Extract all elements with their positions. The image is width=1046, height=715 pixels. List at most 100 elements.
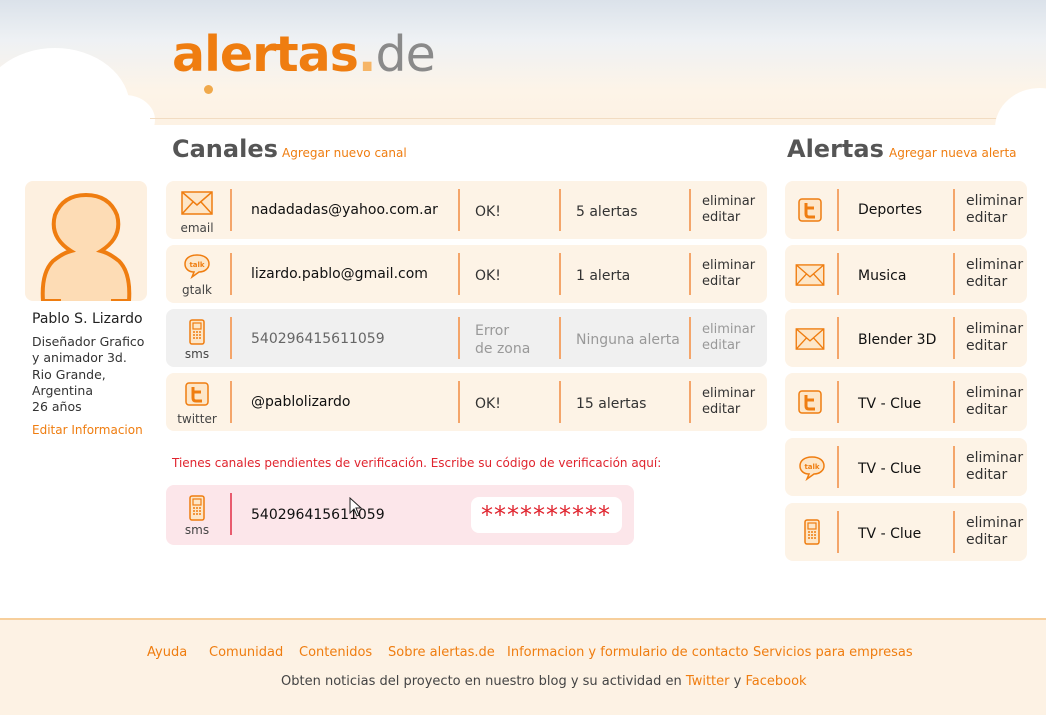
user-avatar-icon (40, 192, 132, 301)
delete-alert-link[interactable]: eliminar (966, 385, 1023, 402)
footer-link-community[interactable]: Comunidad (209, 645, 283, 660)
add-alert-link[interactable]: Agregar nueva alerta (889, 146, 1017, 160)
alert-row: talk TV - Clue eliminar editar (785, 438, 1027, 496)
footer-facebook-link[interactable]: Facebook (745, 674, 806, 689)
delete-channel-link[interactable]: eliminar (702, 194, 755, 210)
footer-blog-text: Obten noticias del proyecto en nuestro b… (281, 674, 807, 689)
delete-alert-link[interactable]: eliminar (966, 515, 1023, 532)
channel-alert-count: 15 alertas (576, 396, 647, 412)
row-divider (230, 317, 232, 359)
row-divider (837, 511, 839, 553)
alert-name: TV - Clue (858, 526, 922, 542)
edit-alert-link[interactable]: editar (966, 532, 1023, 549)
mail-icon (795, 328, 825, 350)
footer (0, 618, 1046, 715)
row-divider (458, 253, 460, 295)
row-divider (230, 253, 232, 295)
edit-alert-link[interactable]: editar (966, 274, 1023, 291)
logo-accent-dot (204, 85, 213, 94)
cloud-left-small (95, 95, 155, 145)
gtalk-icon: talk (184, 254, 210, 279)
pending-verification-note: Tienes canales pendientes de verificació… (172, 456, 662, 470)
edit-alert-link[interactable]: editar (966, 338, 1023, 355)
logo[interactable]: alertas.de (172, 30, 436, 79)
row-divider (559, 189, 561, 231)
profile-age: 26 años (32, 399, 82, 415)
channel-actions: eliminar editar (702, 258, 755, 290)
edit-alert-link[interactable]: editar (966, 467, 1023, 484)
row-divider (837, 446, 839, 488)
footer-link-contact[interactable]: Informacion y formulario de contacto (507, 645, 748, 660)
logo-dot-text: . (357, 26, 377, 83)
row-divider (953, 446, 955, 488)
edit-channel-link[interactable]: editar (702, 274, 755, 290)
channel-row: email nadadadas@yahoo.com.ar OK! 5 alert… (166, 181, 767, 239)
delete-channel-link[interactable]: eliminar (702, 322, 755, 338)
profile-country: Argentina (32, 382, 93, 398)
row-divider (953, 511, 955, 553)
channel-actions: eliminar editar (702, 194, 755, 226)
edit-channel-link[interactable]: editar (702, 402, 755, 418)
row-divider (559, 381, 561, 423)
profile-details: Diseñador Grafico y animador 3d. Rio Gra… (32, 334, 144, 415)
row-divider (689, 317, 691, 359)
channel-type-label: sms (184, 347, 210, 361)
channel-type-label: gtalk (182, 283, 212, 297)
alert-row: TV - Clue eliminar editar (785, 503, 1027, 561)
row-divider (837, 317, 839, 359)
channel-type-label: sms (184, 523, 210, 537)
footer-link-business[interactable]: Servicios para empresas (753, 645, 913, 660)
channel-actions: eliminar editar (702, 386, 755, 418)
phone-icon (804, 519, 820, 545)
footer-link-help[interactable]: Ayuda (147, 645, 187, 660)
row-divider (953, 381, 955, 423)
footer-link-about[interactable]: Sobre alertas.de (388, 645, 495, 660)
channel-row: sms 540296415611059 Error de zona Ningun… (166, 309, 767, 367)
header-background (0, 0, 1046, 125)
delete-alert-link[interactable]: eliminar (966, 321, 1023, 338)
add-channel-link[interactable]: Agregar nuevo canal (282, 146, 407, 160)
edit-alert-link[interactable]: editar (966, 402, 1023, 419)
row-divider (837, 189, 839, 231)
verification-code-input[interactable] (471, 497, 622, 533)
delete-alert-link[interactable]: eliminar (966, 193, 1023, 210)
footer-link-contents[interactable]: Contenidos (299, 645, 372, 660)
alert-name: TV - Clue (858, 396, 922, 412)
delete-alert-link[interactable]: eliminar (966, 257, 1023, 274)
delete-channel-link[interactable]: eliminar (702, 386, 755, 402)
channel-type-label: twitter (177, 412, 217, 426)
twitter-icon (185, 382, 209, 406)
row-divider (559, 317, 561, 359)
phone-icon (189, 319, 205, 345)
delete-channel-link[interactable]: eliminar (702, 258, 755, 274)
row-divider (953, 189, 955, 231)
row-divider (689, 253, 691, 295)
twitter-icon (798, 198, 822, 222)
channel-alert-count: 5 alertas (576, 204, 638, 220)
channel-type-label: email (180, 221, 214, 235)
channel-status: OK! (475, 268, 501, 284)
alert-actions: eliminar editar (966, 257, 1023, 291)
edit-channel-link[interactable]: editar (702, 338, 755, 354)
row-divider (458, 189, 460, 231)
channel-actions: eliminar editar (702, 322, 755, 354)
edit-info-link[interactable]: Editar Informacion (32, 423, 143, 437)
channel-status: Error de zona (475, 322, 530, 358)
alert-row: Musica eliminar editar (785, 245, 1027, 303)
footer-twitter-link[interactable]: Twitter (686, 674, 730, 689)
footer-text-and: y (733, 674, 742, 689)
row-divider (559, 253, 561, 295)
row-divider (230, 493, 232, 535)
alert-name: Blender 3D (858, 332, 937, 348)
alerts-title: Alertas (787, 135, 884, 163)
delete-alert-link[interactable]: eliminar (966, 450, 1023, 467)
alert-name: TV - Clue (858, 461, 922, 477)
channel-row: twitter @pablolizardo OK! 15 alertas eli… (166, 373, 767, 431)
edit-alert-link[interactable]: editar (966, 210, 1023, 227)
row-divider (953, 317, 955, 359)
footer-text-before: Obten noticias del proyecto en nuestro b… (281, 674, 682, 689)
edit-channel-link[interactable]: editar (702, 210, 755, 226)
row-divider (953, 253, 955, 295)
svg-text:talk: talk (804, 463, 819, 471)
channel-address: nadadadas@yahoo.com.ar (251, 202, 438, 218)
